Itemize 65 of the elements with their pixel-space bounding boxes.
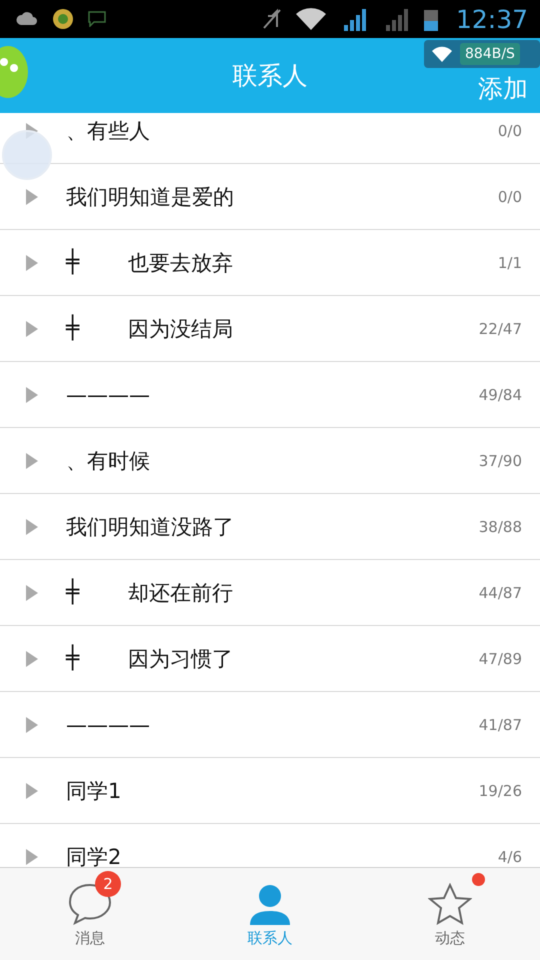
network-speed: 884B/S (460, 43, 520, 65)
person-icon (248, 882, 292, 924)
expand-arrow-icon (26, 452, 38, 468)
online-count: 41/87 (478, 716, 522, 734)
clover-icon (52, 8, 74, 30)
group-name: 因为习惯了 (128, 646, 234, 672)
group-name: ———— (66, 382, 151, 406)
online-count: 47/89 (478, 650, 522, 668)
group-mark: ╪ (66, 316, 80, 341)
group-mark: ╪ (66, 646, 80, 671)
group-mark: ╪ (66, 250, 80, 275)
message-icon (88, 11, 106, 27)
expand-arrow-icon (26, 386, 38, 402)
online-count: 37/90 (478, 452, 522, 470)
online-count: 38/88 (478, 518, 522, 536)
group-mark: ╪ (66, 580, 80, 605)
group-name: 、有些人 (66, 118, 151, 144)
group-name: 却还在前行 (128, 580, 234, 606)
group-row[interactable]: 、有时候 37/90 (0, 428, 540, 494)
group-row[interactable]: 同学1 19/26 (0, 758, 540, 824)
group-row[interactable]: ╪ 因为没结局 22/47 (0, 296, 540, 362)
group-name: 我们明知道没路了 (66, 514, 235, 540)
nav-tab[interactable]: 动态 (360, 868, 540, 960)
group-name: 我们明知道是爱的 (66, 184, 235, 210)
group-row[interactable]: 、有些人 0/0 (0, 113, 540, 164)
nav-tab[interactable]: 2 消息 (0, 868, 180, 960)
wifi-icon (296, 8, 326, 30)
group-name: ———— (66, 712, 151, 736)
group-row[interactable]: 我们明知道没路了 38/88 (0, 494, 540, 560)
battery-icon (424, 7, 438, 31)
unread-badge: 2 (95, 870, 121, 896)
group-name: 也要去放弃 (128, 250, 234, 276)
expand-arrow-icon (26, 584, 38, 600)
group-name: 因为没结局 (128, 316, 234, 342)
star-icon (428, 882, 472, 924)
page-title: 联系人 (232, 60, 308, 92)
group-row[interactable]: ╪ 也要去放弃 1/1 (0, 230, 540, 296)
group-row[interactable]: ╪ 却还在前行 44/87 (0, 560, 540, 626)
expand-arrow-icon (26, 848, 38, 864)
group-name: 、有时候 (66, 448, 151, 474)
online-count: 19/26 (478, 782, 522, 800)
expand-arrow-icon (26, 782, 38, 798)
group-row[interactable]: ———— 41/87 (0, 692, 540, 758)
floating-button[interactable] (2, 130, 52, 180)
online-count: 0/0 (498, 188, 522, 206)
expand-arrow-icon (26, 188, 38, 204)
group-row[interactable]: ———— 49/84 (0, 362, 540, 428)
online-count: 1/1 (498, 254, 522, 272)
group-name: 同学1 (66, 778, 122, 804)
expand-arrow-icon (26, 716, 38, 732)
wifi-icon (432, 46, 452, 62)
expand-arrow-icon (26, 320, 38, 336)
online-count: 4/6 (498, 848, 522, 866)
group-row[interactable]: 我们明知道是爱的 0/0 (0, 164, 540, 230)
online-count: 22/47 (478, 320, 522, 338)
group-name: 同学2 (66, 844, 122, 867)
online-count: 0/0 (498, 122, 522, 140)
expand-arrow-icon (26, 254, 38, 270)
group-row[interactable]: ╪ 因为习惯了 47/89 (0, 626, 540, 692)
clock-time: 12:37 (456, 4, 528, 34)
online-count: 44/87 (478, 584, 522, 602)
expand-arrow-icon (26, 518, 38, 534)
cloud-icon (16, 11, 38, 27)
expand-arrow-icon (26, 650, 38, 666)
online-count: 49/84 (478, 386, 522, 404)
